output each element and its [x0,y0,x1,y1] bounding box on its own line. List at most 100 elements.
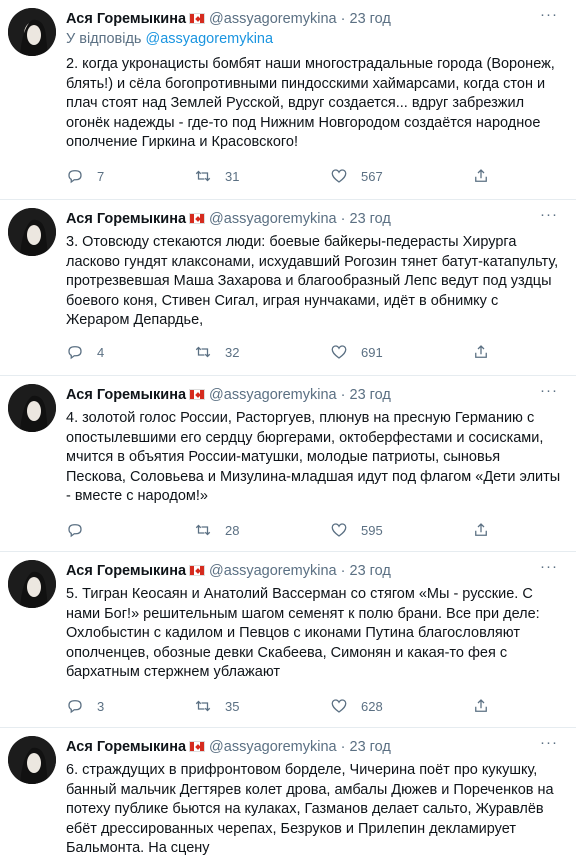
canada-flag-icon [189,389,206,400]
timestamp[interactable]: 23 год [350,739,391,755]
reply-button[interactable]: 7 [66,166,104,186]
separator-dot: · [340,739,346,755]
like-button[interactable]: 628 [330,696,383,716]
author-name[interactable]: Ася Горемыкина [66,739,186,755]
tweet-text: 4. золотой голос России, Расторгуев, плю… [66,410,561,504]
tweet[interactable]: Ася Горемыкина @assyagoremykina · 23 год … [0,200,576,376]
reply-count: 3 [97,698,105,714]
canada-flag-icon [189,13,206,24]
heart-icon [331,699,347,713]
like-count: 628 [361,698,383,714]
retweet-count: 32 [225,344,240,360]
tweet[interactable]: Ася Горемыкина @assyagoremykina · 23 год … [0,0,576,200]
share-icon [475,169,487,182]
canada-flag-icon [189,741,206,752]
tweet-text: 5. Тигран Кеосаян и Анатолий Вассерман с… [66,586,540,680]
author-name[interactable]: Ася Горемыкина [66,11,186,27]
share-icon [475,345,487,358]
avatar[interactable] [8,208,56,256]
author-name[interactable]: Ася Горемыкина [66,387,186,403]
more-icon[interactable]: ··· [540,734,558,751]
retweet-count: 35 [225,698,240,714]
author-handle[interactable]: @assyagoremykina [209,563,337,579]
tweet-header: Ася Горемыкина @assyagoremykina · 23 год [66,11,536,28]
timestamp[interactable]: 23 год [350,387,391,403]
more-icon[interactable]: ··· [540,6,558,23]
timestamp[interactable]: 23 год [350,11,391,27]
separator-dot: · [340,387,346,403]
author-handle[interactable]: @assyagoremykina [209,11,337,27]
share-icon [475,699,487,712]
avatar[interactable] [8,8,56,56]
tweet-text: 6. страждущих в прифронтовом борделе, Чи… [66,762,554,856]
share-button[interactable] [472,696,490,716]
like-button[interactable]: 595 [330,520,383,540]
retweet-icon [195,170,211,182]
tweet-actions: 3 35 628 [66,696,562,716]
share-button[interactable] [472,342,490,362]
reply-button[interactable]: 3 [66,696,104,716]
like-count: 567 [361,168,383,184]
avatar[interactable] [8,384,56,432]
like-button[interactable]: 567 [330,166,383,186]
author-handle[interactable]: @assyagoremykina [209,387,337,403]
retweet-icon [195,700,211,712]
author-name[interactable]: Ася Горемыкина [66,211,186,227]
reply-button[interactable] [66,520,97,540]
tweet[interactable]: Ася Горемыкина @assyagoremykina · 23 год … [0,552,576,728]
timestamp[interactable]: 23 год [350,211,391,227]
share-icon [475,523,487,536]
tweet[interactable]: Ася Горемыкина @assyagoremykina · 23 год … [0,376,576,552]
retweet-icon [195,524,211,536]
more-icon[interactable]: ··· [540,206,558,223]
separator-dot: · [340,563,346,579]
reply-icon [68,524,82,538]
share-button[interactable] [472,166,490,186]
retweet-button[interactable]: 35 [194,696,239,716]
tweet-header: Ася Горемыкина @assyagoremykina · 23 год [66,739,536,756]
like-count: 691 [361,344,383,360]
tweet-text: 2. когда укронацисты бомбят наши многост… [66,56,555,150]
author-handle[interactable]: @assyagoremykina [209,211,337,227]
reply-icon [68,346,82,360]
reply-to-handle-link[interactable]: @assyagoremykina [146,31,274,47]
retweet-count: 28 [225,522,240,538]
retweet-button[interactable]: 28 [194,520,239,540]
reply-prefix: У відповідь [66,31,142,47]
tweet[interactable]: Ася Горемыкина @assyagoremykina · 23 год … [0,728,576,864]
more-icon[interactable]: ··· [540,382,558,399]
tweet-header: Ася Горемыкина @assyagoremykina · 23 год [66,387,536,404]
avatar[interactable] [8,560,56,608]
reply-icon [68,700,82,714]
retweet-button[interactable]: 31 [194,166,239,186]
separator-dot: · [340,211,346,227]
avatar[interactable] [8,736,56,784]
heart-icon [331,523,347,537]
tweet-actions: 4 32 691 [66,342,562,362]
reply-count: 4 [97,344,105,360]
author-name[interactable]: Ася Горемыкина [66,563,186,579]
canada-flag-icon [189,213,206,224]
retweet-icon [195,346,211,358]
reply-button[interactable]: 4 [66,342,104,362]
tweet-header: Ася Горемыкина @assyagoremykina · 23 год [66,211,536,228]
retweet-button[interactable]: 32 [194,342,239,362]
share-button[interactable] [472,520,490,540]
canada-flag-icon [189,565,206,576]
tweet-header: Ася Горемыкина @assyagoremykina · 23 год [66,563,536,580]
reply-count: 7 [97,168,105,184]
timestamp[interactable]: 23 год [350,563,391,579]
heart-icon [331,345,347,359]
like-count: 595 [361,522,383,538]
tweet-text: 3. Отовсюду стекаются люди: боевые байке… [66,234,559,328]
reply-icon [68,170,82,184]
heart-icon [331,169,347,183]
tweet-actions: 7 31 567 [66,166,562,186]
tweet-actions: 28 595 [66,520,562,540]
author-handle[interactable]: @assyagoremykina [209,739,337,755]
reply-to-line: У відповідь @assyagoremykina [66,31,273,47]
separator-dot: · [340,11,346,27]
retweet-count: 31 [225,168,240,184]
like-button[interactable]: 691 [330,342,383,362]
more-icon[interactable]: ··· [540,558,558,575]
